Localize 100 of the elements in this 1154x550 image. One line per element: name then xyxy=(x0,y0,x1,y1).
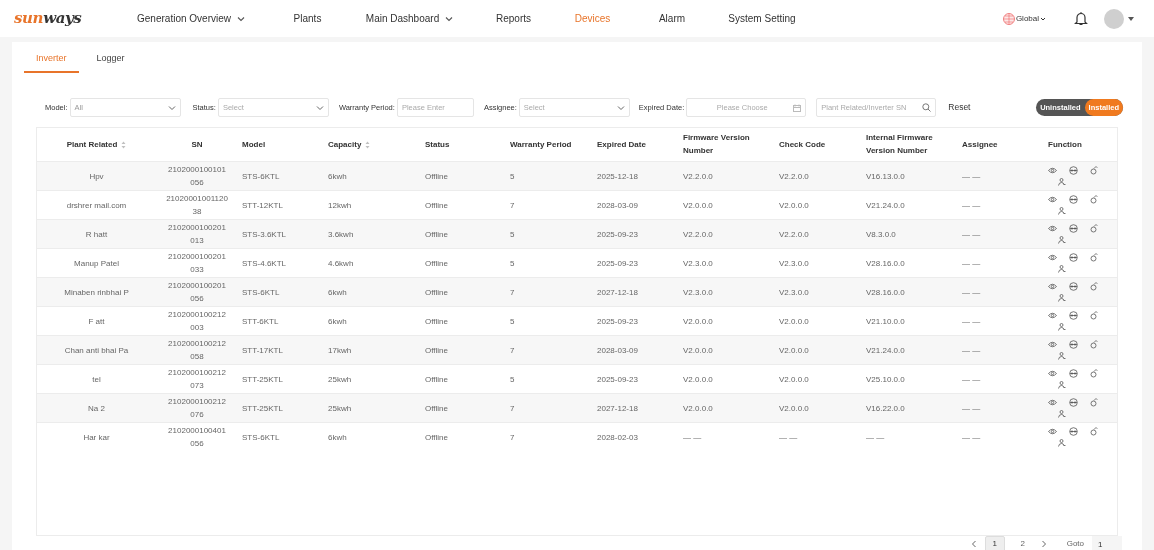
user-icon[interactable] xyxy=(1058,381,1066,389)
dial-icon[interactable] xyxy=(1069,253,1078,262)
user-icon[interactable] xyxy=(1058,236,1066,244)
table-cell: 5 xyxy=(510,374,515,384)
table-cell: 7 xyxy=(510,287,515,297)
goto-label: Goto xyxy=(1066,538,1084,550)
column-header: Plant Related xyxy=(66,139,118,149)
user-edit-icon[interactable] xyxy=(1090,427,1098,437)
table-cell: — — xyxy=(962,200,981,210)
nav-item[interactable]: Plants xyxy=(293,11,322,26)
table-cell: — — xyxy=(962,287,981,297)
dial-icon[interactable] xyxy=(1069,311,1078,320)
reset-button[interactable]: Reset xyxy=(948,101,971,114)
page-button[interactable]: 2 xyxy=(1012,536,1033,550)
user-edit-icon[interactable] xyxy=(1090,340,1098,349)
eye-icon[interactable] xyxy=(1048,167,1057,174)
table-cell: 7 xyxy=(510,200,515,210)
table-cell: — — xyxy=(866,432,885,442)
chevron-down-icon xyxy=(315,104,324,111)
nav-item[interactable]: Generation Overview xyxy=(137,11,231,26)
table-cell: 2025-12-18 xyxy=(597,171,638,181)
dial-icon[interactable] xyxy=(1069,398,1078,407)
table-cell: 2025-09-23 xyxy=(597,229,638,239)
table-cell: 7 xyxy=(510,432,515,442)
dial-icon[interactable] xyxy=(1069,224,1078,233)
nav-item[interactable]: Main Dashboard xyxy=(365,11,440,26)
eye-icon[interactable] xyxy=(1048,254,1057,261)
eye-icon[interactable] xyxy=(1048,370,1057,377)
user-icon[interactable] xyxy=(1058,352,1066,360)
dial-icon[interactable] xyxy=(1069,195,1078,204)
calendar-icon xyxy=(793,103,802,112)
globe-icon[interactable] xyxy=(1002,12,1015,25)
user-icon[interactable] xyxy=(1058,265,1066,273)
user-edit-icon[interactable] xyxy=(1090,282,1098,291)
table-cell: STT-25KTL xyxy=(242,403,283,413)
eye-icon[interactable] xyxy=(1048,196,1057,203)
table-cell: 2025-09-23 xyxy=(597,316,638,326)
table-cell: 5 xyxy=(510,229,515,239)
table-cell-text: F att xyxy=(88,315,105,328)
eye-icon[interactable] xyxy=(1048,341,1057,348)
table-cell: V2.0.0.0 xyxy=(683,200,713,210)
goto-input[interactable]: 1 xyxy=(1092,536,1122,550)
dial-icon[interactable] xyxy=(1069,282,1078,291)
table-cell: V2.3.0.0 xyxy=(779,258,809,268)
table-cell: 5 xyxy=(510,171,515,181)
dial-icon[interactable] xyxy=(1069,166,1078,175)
table-cell: V28.16.0.0 xyxy=(866,258,905,268)
user-icon[interactable] xyxy=(1058,323,1066,331)
user-icon[interactable] xyxy=(1058,410,1066,418)
table-cell-text: Har kar xyxy=(83,431,110,444)
eye-icon[interactable] xyxy=(1048,428,1057,436)
table-cell: V21.24.0.0 xyxy=(866,345,905,355)
table-cell: — — xyxy=(962,171,981,181)
table-cell: Offline xyxy=(425,345,448,355)
dial-icon[interactable] xyxy=(1069,369,1078,378)
table-cell-text: Hpv xyxy=(89,170,104,183)
table-cell: STT-6KTL xyxy=(242,316,279,326)
region-selector[interactable]: Global xyxy=(1015,12,1039,25)
user-edit-icon[interactable] xyxy=(1090,166,1098,175)
dial-icon[interactable] xyxy=(1069,340,1078,349)
user-icon[interactable] xyxy=(1058,178,1066,186)
user-edit-icon[interactable] xyxy=(1090,195,1098,204)
column-header: Assignee xyxy=(962,139,998,149)
caret-icon[interactable] xyxy=(1128,16,1134,21)
chevron-down-icon xyxy=(616,104,625,111)
nav-item[interactable]: Reports xyxy=(496,11,531,26)
column-header: Capacity xyxy=(328,139,362,149)
user-edit-icon[interactable] xyxy=(1090,369,1098,378)
tab[interactable]: Logger xyxy=(84,52,137,73)
bell-icon[interactable] xyxy=(1074,11,1088,26)
table-cell: V8.3.0.0 xyxy=(866,229,896,239)
chevron-down-icon[interactable] xyxy=(1040,15,1046,22)
table-cell: 7 xyxy=(510,345,515,355)
table-cell-text: tel xyxy=(92,373,101,386)
table-cell-text: Chan anti bhai Pa xyxy=(64,344,129,357)
eye-icon[interactable] xyxy=(1048,399,1057,406)
user-edit-icon[interactable] xyxy=(1090,253,1098,262)
page-button[interactable]: 1 xyxy=(984,536,1005,550)
table-cell-text: 2102000100401056 xyxy=(167,425,227,451)
user-icon[interactable] xyxy=(1058,207,1066,215)
user-edit-icon[interactable] xyxy=(1090,398,1098,407)
user-icon[interactable] xyxy=(1058,439,1066,448)
table-cell-text: R hatt xyxy=(85,228,108,241)
eye-icon[interactable] xyxy=(1048,225,1057,232)
eye-icon[interactable] xyxy=(1048,312,1057,319)
user-edit-icon[interactable] xyxy=(1090,311,1098,320)
nav-item[interactable]: Alarm xyxy=(658,11,686,26)
user-edit-icon[interactable] xyxy=(1090,224,1098,233)
table-cell: — — xyxy=(962,432,981,442)
eye-icon[interactable] xyxy=(1048,283,1057,290)
table-cell: V2.0.0.0 xyxy=(683,403,713,413)
dial-icon[interactable] xyxy=(1069,427,1078,437)
user-icon[interactable] xyxy=(1058,294,1066,302)
table-cell: — — xyxy=(962,258,981,268)
table-cell: 7 xyxy=(510,403,515,413)
next-page-icon[interactable] xyxy=(1040,540,1047,548)
nav-item[interactable]: System Setting xyxy=(728,11,796,26)
table-cell: STT-12KTL xyxy=(242,200,283,210)
logo: sunways xyxy=(13,8,83,30)
previous-page-icon[interactable] xyxy=(970,540,977,548)
